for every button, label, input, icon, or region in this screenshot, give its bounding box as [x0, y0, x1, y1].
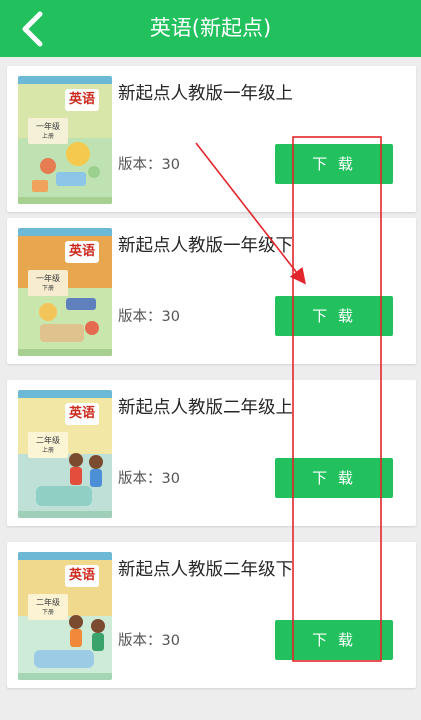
download-button[interactable]: 下 载 [275, 458, 393, 498]
book-version: 版本：30 [118, 471, 180, 487]
book-title: 新起点人教版二年级上 [118, 398, 293, 418]
book-card[interactable]: 英语 二年级 上册 新起点人教版二年级上 版本：30 下 载 [7, 380, 416, 526]
book-title: 新起点人教版一年级下 [118, 236, 293, 256]
book-version: 版本：30 [118, 633, 180, 649]
book-version: 版本：30 [118, 309, 180, 325]
book-card[interactable]: 英语 一年级 下册 新起点人教版一年级下 版本：30 下 载 [7, 218, 416, 364]
app-header: 英语(新起点) [0, 0, 421, 57]
book-cover-image: 英语 二年级 下册 [18, 552, 112, 680]
book-cover-image: 英语 二年级 上册 [18, 390, 112, 518]
book-cover-image: 英语 一年级 上册 [18, 76, 112, 204]
book-title: 新起点人教版一年级上 [118, 84, 293, 104]
book-card[interactable]: 英语 一年级 上册 新起点人教版一年级上 版本：30 下 载 [7, 66, 416, 212]
book-title: 新起点人教版二年级下 [118, 560, 293, 580]
download-button[interactable]: 下 载 [275, 296, 393, 336]
book-card[interactable]: 英语 二年级 下册 新起点人教版二年级下 版本：30 下 载 [7, 542, 416, 688]
book-cover-image: 英语 一年级 下册 [18, 228, 112, 356]
download-button[interactable]: 下 载 [275, 620, 393, 660]
page-title: 英语(新起点) [149, 16, 272, 40]
download-button[interactable]: 下 载 [275, 144, 393, 184]
book-version: 版本：30 [118, 157, 180, 173]
